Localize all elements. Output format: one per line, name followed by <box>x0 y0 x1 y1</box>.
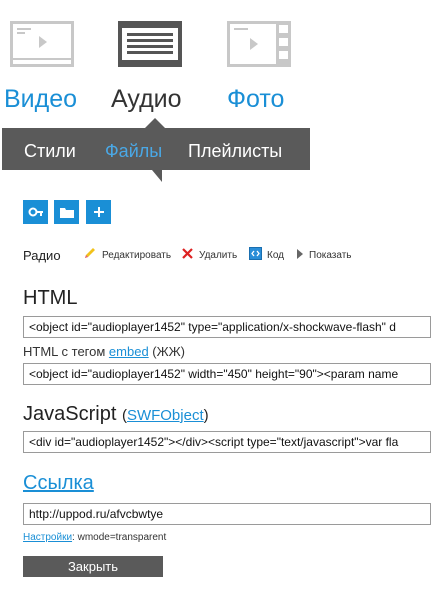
close-button[interactable]: Закрыть <box>23 556 163 577</box>
tab-video[interactable]: Видео <box>4 84 77 114</box>
embed-prefix: HTML с тегом <box>23 344 106 359</box>
edit-link[interactable]: Редактировать <box>102 250 171 261</box>
settings-line: Настройки: wmode=transparent <box>23 532 166 543</box>
tab-styles[interactable]: Стили <box>24 140 76 162</box>
embed-line: HTML с тегом embed (ЖЖ) <box>23 344 185 360</box>
code-icon <box>249 247 262 260</box>
link-title[interactable]: Ссылка <box>23 472 94 494</box>
show-link[interactable]: Показать <box>309 250 352 261</box>
swfobject-link[interactable]: SWFObject <box>127 407 204 424</box>
plus-icon <box>93 207 104 217</box>
key-button[interactable] <box>23 200 48 224</box>
folder-button[interactable] <box>54 200 79 224</box>
tab-audio[interactable]: Аудио <box>111 84 182 114</box>
javascript-code-field[interactable]: <div id="audioplayer1452"></div><script … <box>23 431 431 453</box>
delete-link[interactable]: Удалить <box>199 250 237 261</box>
video-icon[interactable] <box>9 20 75 68</box>
settings-value: : wmode=transparent <box>72 532 167 543</box>
key-icon <box>28 207 43 217</box>
folder-icon <box>59 208 74 218</box>
subnav-bar: Стили Файлы Плейлисты <box>2 118 310 182</box>
play-icon <box>297 249 303 259</box>
embed-suffix: (ЖЖ) <box>152 344 185 359</box>
embed-link[interactable]: embed <box>109 344 149 359</box>
javascript-title: JavaScript <box>23 403 117 425</box>
code-link[interactable]: Код <box>267 250 284 261</box>
embed-code-field[interactable]: <object id="audioplayer1452" width="450"… <box>23 363 431 385</box>
delete-icon <box>182 248 193 259</box>
swfobject-paren-close: ) <box>203 407 209 424</box>
audio-icon[interactable] <box>117 20 183 68</box>
add-button[interactable] <box>86 200 111 224</box>
url-field[interactable]: http://uppod.ru/afvcbwtye <box>23 503 431 525</box>
settings-link[interactable]: Настройки <box>23 532 72 543</box>
tab-photo[interactable]: Фото <box>227 84 284 114</box>
item-name: Радио <box>23 248 61 263</box>
edit-icon <box>85 248 95 258</box>
javascript-heading: JavaScript (SWFObject) <box>23 402 209 428</box>
tab-playlists[interactable]: Плейлисты <box>188 140 282 162</box>
html-code-field[interactable]: <object id="audioplayer1452" type="appli… <box>23 316 431 338</box>
tab-files[interactable]: Файлы <box>105 140 162 162</box>
subnav-pointer <box>145 118 165 128</box>
subnav-tail <box>152 170 162 182</box>
html-heading: HTML <box>23 287 78 309</box>
photo-icon[interactable] <box>226 20 292 68</box>
link-heading[interactable]: Ссылка <box>23 471 94 495</box>
